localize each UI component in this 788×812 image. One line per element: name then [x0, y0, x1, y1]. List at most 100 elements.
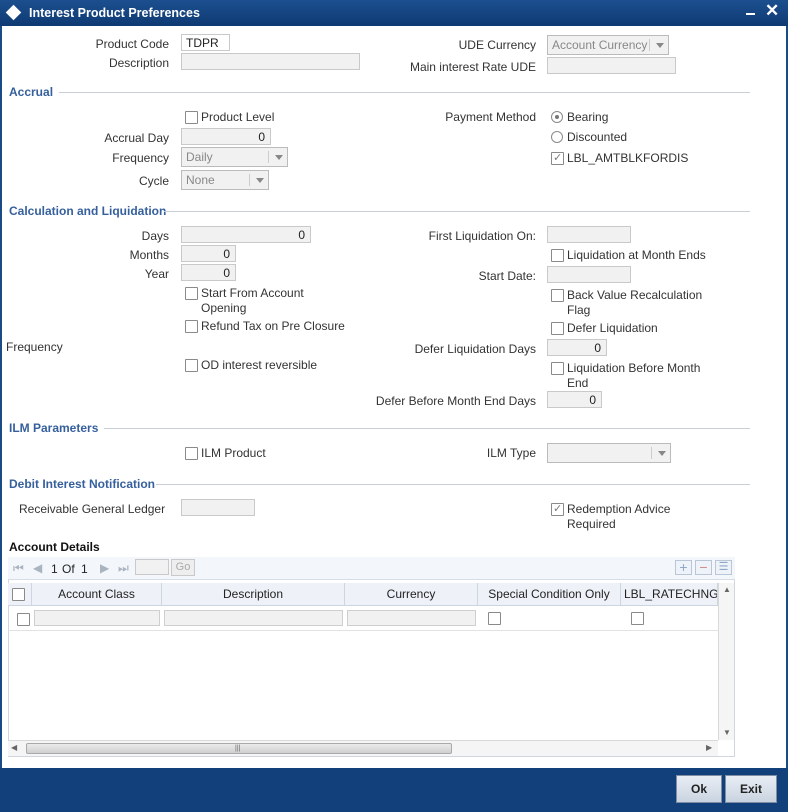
start-date-field[interactable]	[547, 266, 631, 283]
bearing-label: Bearing	[567, 110, 609, 124]
exit-button[interactable]: Exit	[725, 775, 777, 803]
special-condition-checkbox[interactable]	[488, 612, 501, 625]
accrual-divider	[59, 92, 750, 93]
defer-liq-days-field[interactable]: 0	[547, 339, 607, 356]
main-rate-ude-label: Main interest Rate UDE	[409, 60, 536, 74]
liq-month-ends-label: Liquidation at Month Ends	[567, 248, 706, 262]
months-field[interactable]: 0	[181, 245, 236, 262]
liq-before-month-label: Liquidation Before Month	[567, 361, 701, 375]
amtblkfordis-checkbox[interactable]	[551, 151, 564, 165]
liq-before-month-label-line2: End	[567, 376, 589, 390]
prev-page-icon[interactable]: ◀	[33, 561, 42, 575]
ratechng-checkbox[interactable]	[631, 612, 644, 625]
scroll-up-icon[interactable]: ▲	[723, 585, 731, 594]
cycle-value: None	[186, 173, 215, 187]
defer-liquidation-label: Defer Liquidation	[567, 321, 658, 335]
account-class-cell[interactable]	[34, 610, 160, 626]
ok-button[interactable]: Ok	[676, 775, 722, 803]
column-header-account-class[interactable]: Account Class	[32, 583, 162, 606]
description-cell[interactable]	[164, 610, 343, 626]
select-all-checkbox[interactable]	[12, 588, 25, 601]
column-header-description[interactable]: Description	[162, 583, 345, 606]
ilm-type-label: ILM Type	[486, 446, 536, 460]
account-details-title: Account Details	[9, 540, 100, 554]
currency-cell[interactable]	[347, 610, 476, 626]
ilm-product-checkbox[interactable]	[185, 447, 198, 460]
amtblkfordis-label: LBL_AMTBLKFORDIS	[567, 151, 689, 165]
chevron-down-icon	[275, 155, 283, 160]
cycle-select[interactable]: None	[181, 170, 269, 190]
cycle-label: Cycle	[138, 174, 169, 188]
row-select-checkbox[interactable]	[17, 613, 30, 626]
calc-divider	[164, 211, 750, 212]
product-code-field[interactable]: TDPR	[181, 34, 230, 51]
calc-section-title: Calculation and Liquidation	[9, 204, 167, 218]
last-page-icon[interactable]: ⏭	[118, 561, 129, 576]
app-diamond-icon	[5, 4, 22, 21]
scroll-right-icon[interactable]: ▶	[706, 743, 712, 752]
product-code-label: Product Code	[95, 37, 169, 51]
product-level-checkbox[interactable]	[185, 111, 198, 124]
horizontal-scroll-thumb[interactable]: |||	[26, 743, 452, 754]
pager-current: 1	[51, 562, 58, 576]
main-rate-ude-field[interactable]	[547, 57, 676, 74]
close-icon[interactable]: ✕	[765, 2, 779, 20]
start-from-account-label-line2: Opening	[201, 301, 247, 315]
start-from-account-checkbox[interactable]	[185, 287, 198, 300]
days-field[interactable]: 0	[181, 226, 311, 243]
delete-row-icon[interactable]: −	[695, 560, 712, 575]
receivable-gl-label: Receivable General Ledger	[19, 502, 166, 516]
scroll-left-icon[interactable]: ◀	[11, 743, 17, 752]
column-header-currency[interactable]: Currency	[345, 583, 478, 606]
description-field[interactable]	[181, 53, 360, 70]
first-page-icon[interactable]: ⏮	[13, 561, 24, 576]
receivable-gl-field[interactable]	[181, 499, 255, 516]
refund-tax-checkbox[interactable]	[185, 320, 198, 333]
grid-vertical-scrollbar[interactable]: ▲ ▼	[718, 583, 734, 740]
next-page-icon[interactable]: ▶	[100, 561, 109, 575]
ude-currency-value: Account Currency	[552, 38, 648, 52]
ilm-type-select[interactable]	[547, 443, 671, 463]
window-title: Interest Product Preferences	[29, 6, 200, 20]
pager-total: 1	[81, 562, 88, 576]
accrual-day-field[interactable]: 0	[181, 128, 271, 145]
page-number-input[interactable]	[135, 559, 169, 575]
column-header-ratechng[interactable]: LBL_RATECHNG	[621, 583, 718, 606]
year-label: Year	[144, 267, 169, 281]
go-button[interactable]: Go	[171, 559, 195, 576]
debit-divider	[156, 484, 750, 485]
liq-before-month-checkbox[interactable]	[551, 362, 564, 375]
liq-month-ends-checkbox[interactable]	[551, 249, 564, 262]
scroll-down-icon[interactable]: ▼	[723, 728, 731, 737]
accrual-day-label: Accrual Day	[104, 131, 169, 145]
grid-horizontal-scrollbar[interactable]: ◀ ||| ▶	[8, 740, 718, 756]
days-label: Days	[141, 229, 169, 243]
back-value-checkbox[interactable]	[551, 289, 564, 302]
ude-currency-select[interactable]: Account Currency	[547, 35, 669, 55]
window-frame-left	[0, 26, 2, 768]
window-titlebar: Interest Product Preferences ✕	[0, 0, 788, 26]
add-row-icon[interactable]: +	[675, 560, 692, 575]
year-field[interactable]: 0	[181, 264, 236, 281]
od-reversible-checkbox[interactable]	[185, 359, 198, 372]
product-level-label: Product Level	[201, 110, 275, 124]
defer-before-month-field[interactable]: 0	[547, 391, 602, 408]
minimize-icon[interactable]	[746, 13, 755, 15]
first-liquidation-label: First Liquidation On:	[428, 229, 536, 243]
defer-liquidation-checkbox[interactable]	[551, 322, 564, 335]
discounted-radio[interactable]	[551, 131, 563, 143]
accrual-frequency-select[interactable]: Daily	[181, 147, 288, 167]
header-select-all-cell	[8, 583, 32, 606]
redemption-advice-label: Redemption Advice	[567, 502, 671, 516]
back-value-label: Back Value Recalculation	[567, 288, 703, 302]
single-view-icon[interactable]: ☰	[715, 560, 732, 575]
accrual-section-title: Accrual	[9, 85, 54, 99]
calc-frequency-label: Frequency	[6, 340, 63, 354]
redemption-advice-checkbox[interactable]	[551, 502, 564, 516]
column-header-special-condition[interactable]: Special Condition Only	[478, 583, 621, 606]
description-label: Description	[108, 56, 169, 70]
pager-of: Of	[62, 562, 75, 576]
bearing-radio[interactable]	[551, 111, 563, 123]
chevron-down-icon	[658, 451, 666, 456]
first-liquidation-field[interactable]	[547, 226, 631, 243]
